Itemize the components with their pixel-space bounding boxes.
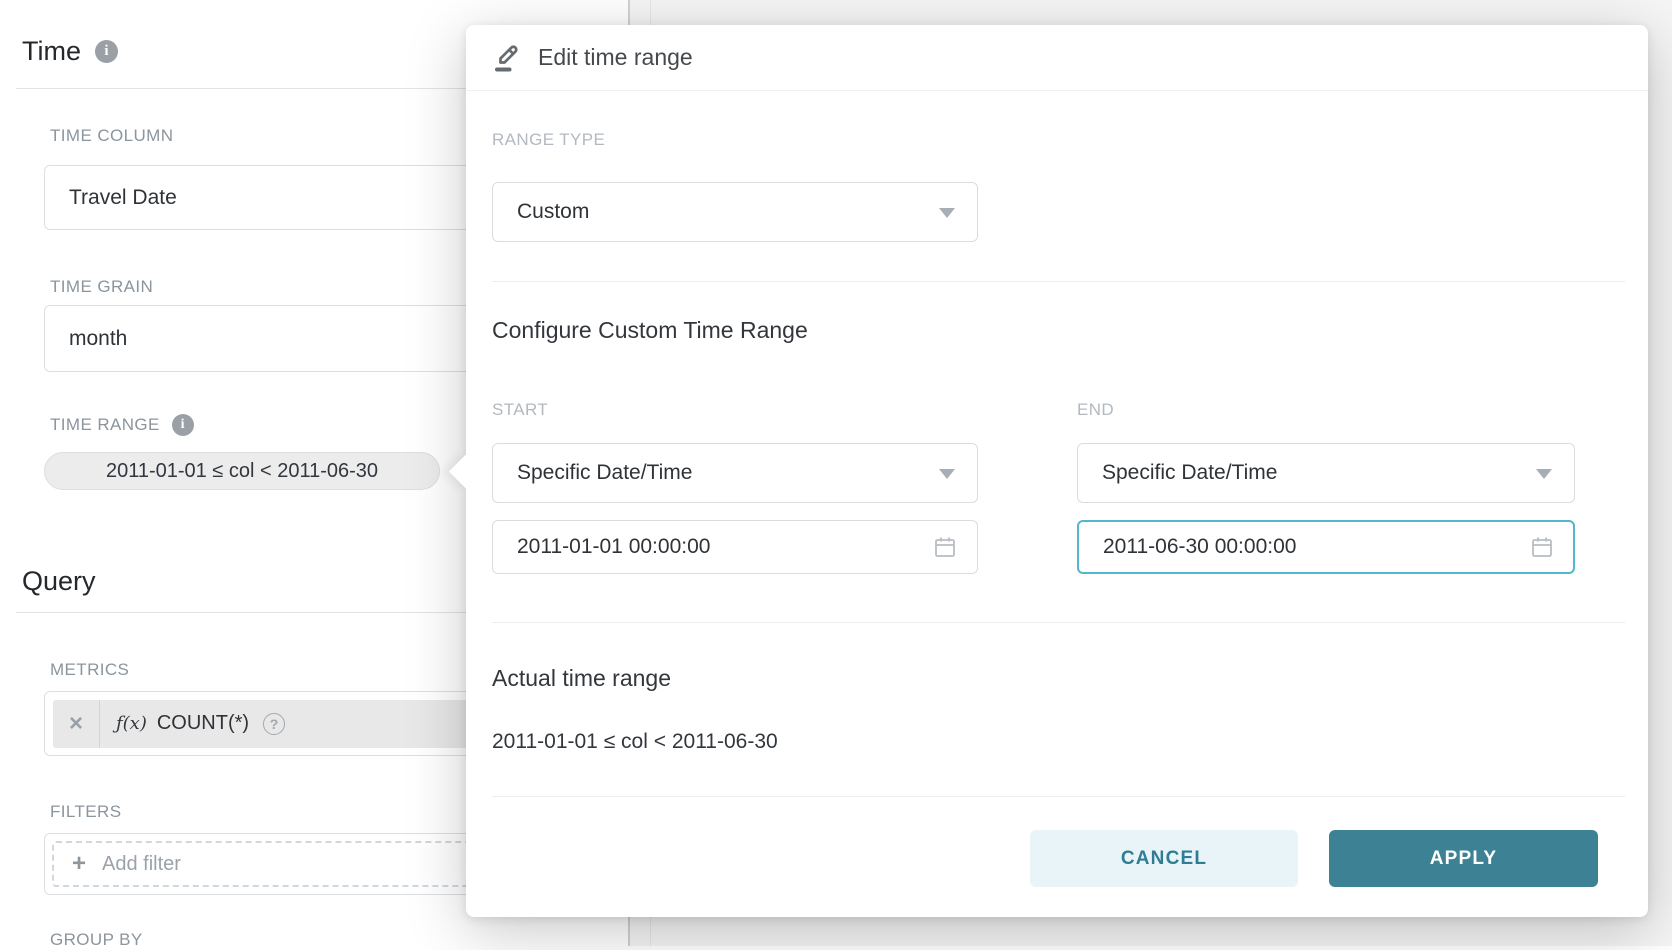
time-range-value: 2011-01-01 ≤ col < 2011-06-30 xyxy=(106,460,378,483)
help-icon[interactable]: ? xyxy=(263,713,285,735)
configure-heading: Configure Custom Time Range xyxy=(492,316,808,344)
chevron-down-icon xyxy=(939,208,955,218)
divider xyxy=(492,796,1625,797)
time-section-title: Time xyxy=(22,36,81,67)
chevron-down-icon xyxy=(939,469,955,479)
actual-range-heading: Actual time range xyxy=(492,664,671,692)
group-by-label: GROUP BY xyxy=(50,930,143,950)
cancel-button[interactable]: CANCEL xyxy=(1030,830,1298,887)
time-column-label: TIME COLUMN xyxy=(50,126,173,146)
divider xyxy=(492,281,1625,282)
start-label: START xyxy=(492,399,978,421)
end-mode-select[interactable]: Specific Date/Time xyxy=(1077,443,1575,503)
edit-time-range-popover: Edit time range RANGE TYPE Custom Config… xyxy=(466,25,1648,917)
chevron-down-icon xyxy=(1536,469,1552,479)
filters-label: FILTERS xyxy=(50,802,121,822)
end-column: END Specific Date/Time xyxy=(1077,399,1575,574)
calendar-icon[interactable] xyxy=(932,534,958,560)
end-datetime-input[interactable] xyxy=(1077,520,1575,574)
end-label: END xyxy=(1077,399,1575,421)
time-column-value: Travel Date xyxy=(69,186,177,210)
start-column: START Specific Date/Time xyxy=(492,399,978,574)
time-range-label: TIME RANGE i xyxy=(50,414,194,436)
time-range-pill[interactable]: 2011-01-01 ≤ col < 2011-06-30 xyxy=(44,452,440,490)
query-section-header: Query xyxy=(22,566,96,597)
popover-header: Edit time range xyxy=(466,25,1648,91)
token-divider xyxy=(99,700,100,748)
time-grain-value: month xyxy=(69,327,127,351)
query-section-title: Query xyxy=(22,566,96,597)
start-mode-value: Specific Date/Time xyxy=(517,461,692,485)
remove-metric-icon[interactable]: × xyxy=(53,700,99,748)
metrics-label: METRICS xyxy=(50,660,129,680)
info-icon[interactable]: i xyxy=(172,414,194,436)
time-section-header: Time i xyxy=(22,36,118,67)
popover-title: Edit time range xyxy=(538,44,693,71)
time-grain-label: TIME GRAIN xyxy=(50,277,153,297)
info-icon[interactable]: i xyxy=(95,40,118,63)
start-datetime-input[interactable] xyxy=(492,520,978,574)
start-mode-select[interactable]: Specific Date/Time xyxy=(492,443,978,503)
end-mode-value: Specific Date/Time xyxy=(1102,461,1277,485)
function-icon: ƒ(x) xyxy=(116,713,147,734)
range-type-select[interactable]: Custom xyxy=(492,182,978,242)
actual-range-value: 2011-01-01 ≤ col < 2011-06-30 xyxy=(492,729,778,755)
plus-icon: + xyxy=(72,852,86,876)
range-type-label: RANGE TYPE xyxy=(492,129,605,151)
calendar-icon[interactable] xyxy=(1529,534,1555,560)
divider xyxy=(492,622,1625,623)
pencil-icon xyxy=(491,42,521,74)
range-type-value: Custom xyxy=(517,200,589,224)
apply-button[interactable]: APPLY xyxy=(1329,830,1598,887)
add-filter-label: Add filter xyxy=(102,853,181,876)
metric-name: COUNT(*) xyxy=(157,712,249,735)
